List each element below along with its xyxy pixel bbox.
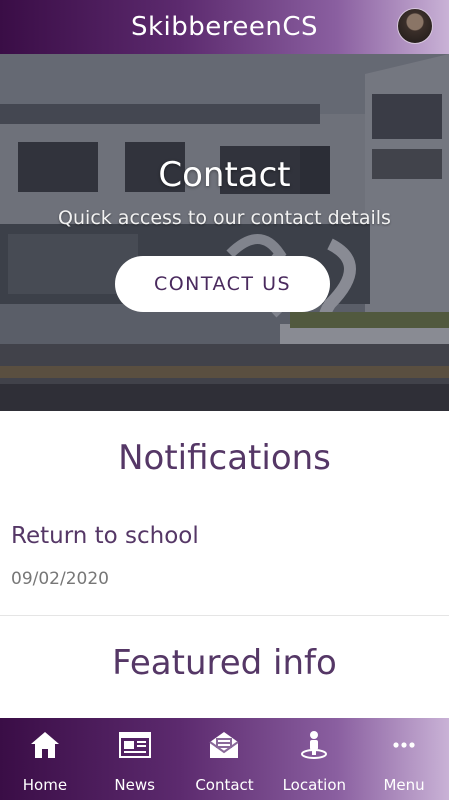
tab-news-label: News	[114, 776, 155, 794]
tab-contact[interactable]: Contact	[180, 718, 270, 800]
tab-news[interactable]: News	[90, 718, 180, 800]
app-header: SkibbereenCS	[0, 0, 449, 54]
tab-home-label: Home	[22, 776, 68, 794]
tab-menu[interactable]: Menu	[359, 718, 449, 800]
tab-contact-label: Contact	[195, 776, 254, 794]
hero-title: Contact	[158, 155, 291, 195]
tab-location-label: Location	[282, 776, 347, 794]
notifications-heading: Notifications	[118, 438, 331, 478]
notification-item-title[interactable]: Return to school	[11, 523, 199, 549]
notification-item-date: 09/02/2020	[11, 569, 109, 589]
tab-location[interactable]: Location	[269, 718, 359, 800]
more-icon	[387, 728, 421, 762]
hero-subtitle: Quick access to our contact details	[58, 207, 391, 229]
envelope-icon	[207, 728, 241, 762]
news-icon	[118, 728, 152, 762]
contact-hero-banner: Contact Quick access to our contact deta…	[0, 54, 449, 411]
app-title: SkibbereenCS	[130, 12, 319, 42]
bottom-tab-bar: Home News Contact Location Menu	[0, 718, 449, 800]
contact-us-button[interactable]: CONTACT US	[115, 256, 330, 312]
profile-avatar[interactable]	[397, 8, 433, 44]
home-icon	[28, 728, 62, 762]
hero-overlay	[0, 54, 449, 411]
location-icon	[297, 728, 331, 762]
tab-home[interactable]: Home	[0, 718, 90, 800]
featured-info-heading: Featured info	[112, 643, 337, 683]
tab-menu-label: Menu	[383, 776, 425, 794]
section-divider	[0, 615, 449, 616]
